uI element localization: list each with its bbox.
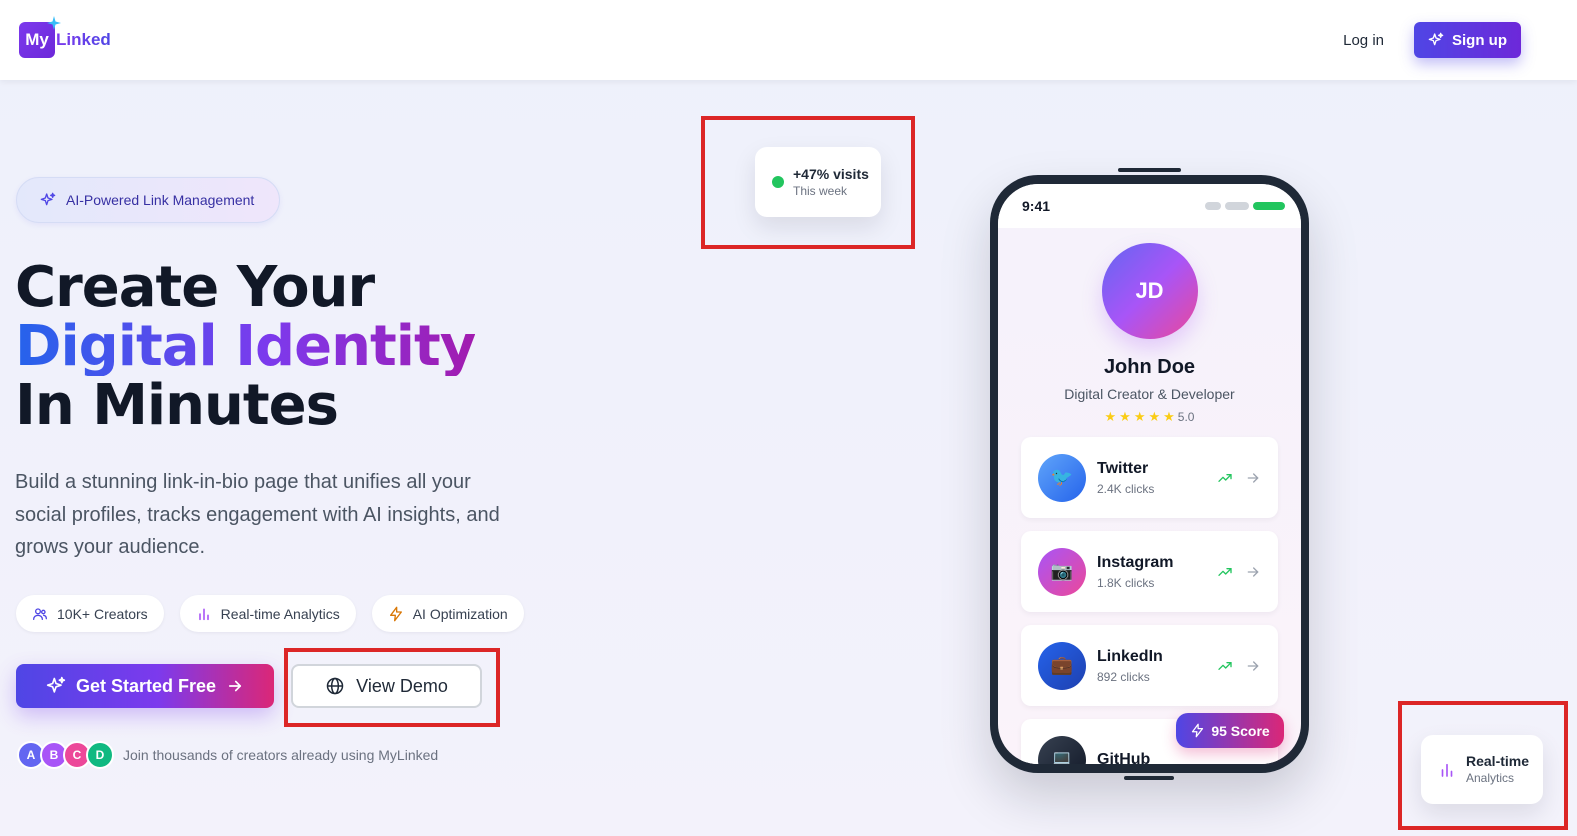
signal-icon xyxy=(1205,202,1221,210)
github-icon: 💻 xyxy=(1038,735,1086,764)
star-icon: ★ xyxy=(1163,409,1175,424)
headline-line-2: Digital Identity xyxy=(15,314,476,379)
rating-value: 5.0 xyxy=(1177,410,1195,424)
link-twitter[interactable]: 🐦 Twitter 2.4K clicks xyxy=(1021,437,1278,518)
logo-mark-text: My xyxy=(25,30,49,49)
profile-rating: ★ ★ ★ ★ ★ 5.0 xyxy=(998,409,1301,425)
get-started-label: Get Started Free xyxy=(75,675,217,696)
view-demo-label: View Demo xyxy=(356,675,448,696)
sparkles-icon xyxy=(1428,32,1444,46)
trending-up-icon xyxy=(1218,473,1232,482)
realtime-analytics-card: Real-time Analytics xyxy=(1421,735,1543,804)
avatar: D xyxy=(86,741,114,769)
visits-title: +47% visits xyxy=(793,165,869,182)
link-name: Twitter xyxy=(1097,459,1149,477)
phone-mockup: 9:41 JD John Doe Digital Creator & Devel… xyxy=(990,175,1309,773)
star-icon: ★ xyxy=(1133,409,1146,424)
lightning-icon xyxy=(389,606,402,621)
arrow-right-icon xyxy=(228,680,242,692)
star-icon: ★ xyxy=(1119,409,1131,424)
social-proof-text: Join thousands of creators already using… xyxy=(123,747,439,763)
link-name: LinkedIn xyxy=(1097,647,1163,665)
header-actions: Log in Sign up xyxy=(1343,22,1521,58)
sparkles-icon xyxy=(40,192,56,206)
globe-icon xyxy=(326,677,344,695)
star-icon: ★ xyxy=(1148,409,1161,424)
arrow-right-icon xyxy=(1247,566,1259,577)
sparkle-icon xyxy=(47,16,61,30)
headline-line-1: Create Your xyxy=(15,255,375,320)
link-clicks: 2.4K clicks xyxy=(1097,481,1155,496)
feature-chips: 10K+ Creators Real-time Analytics AI Opt… xyxy=(16,595,524,632)
link-linkedin[interactable]: 💼 LinkedIn 892 clicks xyxy=(1021,625,1278,706)
phone-notch xyxy=(1118,168,1181,172)
wifi-icon xyxy=(1225,202,1249,210)
link-instagram[interactable]: 📷 Instagram 1.8K clicks xyxy=(1021,531,1278,612)
profile-role: Digital Creator & Developer xyxy=(1064,386,1235,402)
hero-headline: Create Your Digital Identity In Minutes xyxy=(15,255,476,438)
view-demo-button[interactable]: View Demo xyxy=(291,664,482,708)
profile-section: JD John Doe Digital Creator & Developer … xyxy=(998,243,1301,425)
bar-chart-icon xyxy=(1441,763,1453,777)
arrow-right-icon xyxy=(1247,472,1259,483)
score-label: 95 Score xyxy=(1211,722,1270,739)
visits-stat-card: +47% visits This week xyxy=(755,147,881,217)
link-name: GitHub xyxy=(1097,750,1151,765)
status-time: 9:41 xyxy=(1022,198,1051,214)
status-icons xyxy=(1205,202,1285,210)
login-link[interactable]: Log in xyxy=(1343,32,1384,49)
lightning-icon xyxy=(1192,723,1204,738)
arrow-right-icon xyxy=(1247,660,1259,671)
sparkles-icon xyxy=(46,676,66,693)
signup-label: Sign up xyxy=(1452,31,1507,49)
realtime-title: Real-time xyxy=(1466,753,1530,769)
trending-up-icon xyxy=(1218,661,1232,670)
ai-badge: AI-Powered Link Management xyxy=(16,177,280,223)
hero-subtitle: Build a stunning link-in-bio page that u… xyxy=(15,471,500,558)
link-name: Instagram xyxy=(1097,553,1174,571)
twitter-icon: 🐦 xyxy=(1038,453,1086,502)
star-icon: ★ xyxy=(1104,409,1117,424)
realtime-subtitle: Analytics xyxy=(1466,771,1515,785)
chip-analytics: Real-time Analytics xyxy=(179,595,356,632)
chip-label: Real-time Analytics xyxy=(220,605,340,622)
top-navbar: My Linked Log in Sign up xyxy=(0,0,1577,80)
profile-name: John Doe xyxy=(1103,356,1196,378)
score-badge: 95 Score xyxy=(1176,713,1284,748)
headline-line-3: In Minutes xyxy=(15,373,339,438)
trending-up-icon xyxy=(1218,567,1232,576)
badge-label: AI-Powered Link Management xyxy=(66,192,255,208)
users-icon xyxy=(33,607,47,620)
phone-screen: 9:41 JD John Doe Digital Creator & Devel… xyxy=(998,184,1301,764)
chip-label: AI Optimization xyxy=(412,605,508,622)
status-dot xyxy=(772,176,784,188)
battery-icon xyxy=(1253,202,1285,210)
chip-label: 10K+ Creators xyxy=(57,605,148,622)
profile-avatar: JD xyxy=(1101,243,1198,339)
chip-creators: 10K+ Creators xyxy=(16,595,164,632)
linkedin-icon: 💼 xyxy=(1038,641,1086,690)
signup-button[interactable]: Sign up xyxy=(1414,22,1521,58)
social-proof: A B C D Join thousands of creators alrea… xyxy=(17,741,438,769)
logo-mark: My xyxy=(19,16,61,58)
phone-status-bar: 9:41 xyxy=(998,184,1301,228)
link-clicks: 892 clicks xyxy=(1097,669,1150,684)
link-clicks: 1.8K clicks xyxy=(1097,575,1155,590)
get-started-button[interactable]: Get Started Free xyxy=(16,664,274,708)
bar-chart-icon xyxy=(198,608,209,620)
home-indicator xyxy=(1124,776,1174,780)
logo[interactable]: My Linked xyxy=(19,16,111,58)
visits-subtitle: This week xyxy=(793,183,848,198)
avatar-stack: A B C D xyxy=(17,741,114,769)
logo-text: Linked xyxy=(56,30,111,49)
instagram-icon: 📷 xyxy=(1038,547,1086,596)
chip-ai: AI Optimization xyxy=(371,595,524,632)
